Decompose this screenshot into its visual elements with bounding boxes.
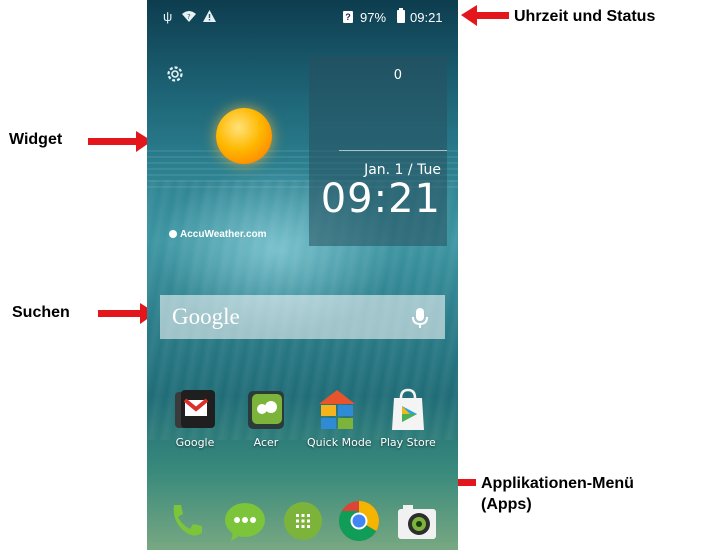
status-time: 09:21	[410, 10, 443, 25]
battery-charging-icon	[397, 8, 405, 23]
sim-unknown-icon: ?	[343, 11, 353, 23]
quick-mode-icon	[315, 388, 359, 432]
search-callout-arrow	[98, 303, 156, 324]
app-label: Quick Mode	[307, 436, 372, 449]
google-folder-icon	[173, 388, 217, 432]
usb-icon: ψ	[163, 9, 173, 24]
accuweather-text: AccuWeather.com	[180, 229, 267, 240]
widget-callout-arrow	[88, 131, 152, 152]
clock-divider	[339, 150, 447, 151]
wifi-unknown-icon: ?	[182, 10, 196, 26]
google-search-bar[interactable]: Google	[160, 295, 445, 339]
chrome-icon[interactable]	[337, 499, 381, 543]
widget-callout-label: Widget	[9, 131, 63, 148]
apps-callout-label-2: (Apps)	[481, 496, 532, 513]
app-drawer-icon[interactable]	[281, 499, 325, 543]
acer-folder-icon	[244, 388, 288, 432]
accuweather-logo-icon	[169, 230, 177, 238]
svg-text:?: ?	[187, 13, 191, 21]
camera-icon[interactable]	[395, 499, 439, 543]
google-logo: Google	[172, 304, 240, 329]
phone-icon[interactable]	[164, 499, 208, 543]
accuweather-brand[interactable]: AccuWeather.com	[169, 229, 267, 240]
home-screen: ψ ? ? 97% 09:21 AccuWeather.com 0 Jan. 1…	[147, 0, 458, 550]
app-label: Google	[175, 436, 215, 449]
app-acer[interactable]: Acer	[236, 388, 296, 449]
clock-time: 09:21	[320, 176, 441, 222]
search-callout-label: Suchen	[12, 304, 70, 321]
play-store-icon	[386, 388, 430, 432]
status-callout-arrow	[461, 5, 509, 26]
app-label: Acer	[253, 436, 279, 449]
microphone-icon[interactable]	[409, 306, 431, 330]
status-callout-label: Uhrzeit und Status	[514, 8, 656, 25]
messaging-icon[interactable]	[223, 499, 267, 543]
gear-icon[interactable]	[165, 64, 185, 84]
app-google[interactable]: Google	[165, 388, 225, 449]
battery-percent: 97%	[360, 10, 387, 25]
status-bar[interactable]: ψ ? ? 97% 09:21	[147, 0, 458, 36]
app-label: Play Store	[380, 436, 436, 449]
app-quick-mode[interactable]: Quick Mode	[307, 388, 372, 449]
app-play-store[interactable]: Play Store	[378, 388, 438, 449]
apps-callout-label-1: Applikationen-Menü	[481, 475, 634, 492]
sun-icon[interactable]	[216, 108, 272, 164]
clock-panel[interactable]: 0 Jan. 1 / Tue 09:21	[309, 56, 447, 246]
warning-icon	[203, 10, 216, 25]
notification-counter: 0	[393, 68, 402, 83]
